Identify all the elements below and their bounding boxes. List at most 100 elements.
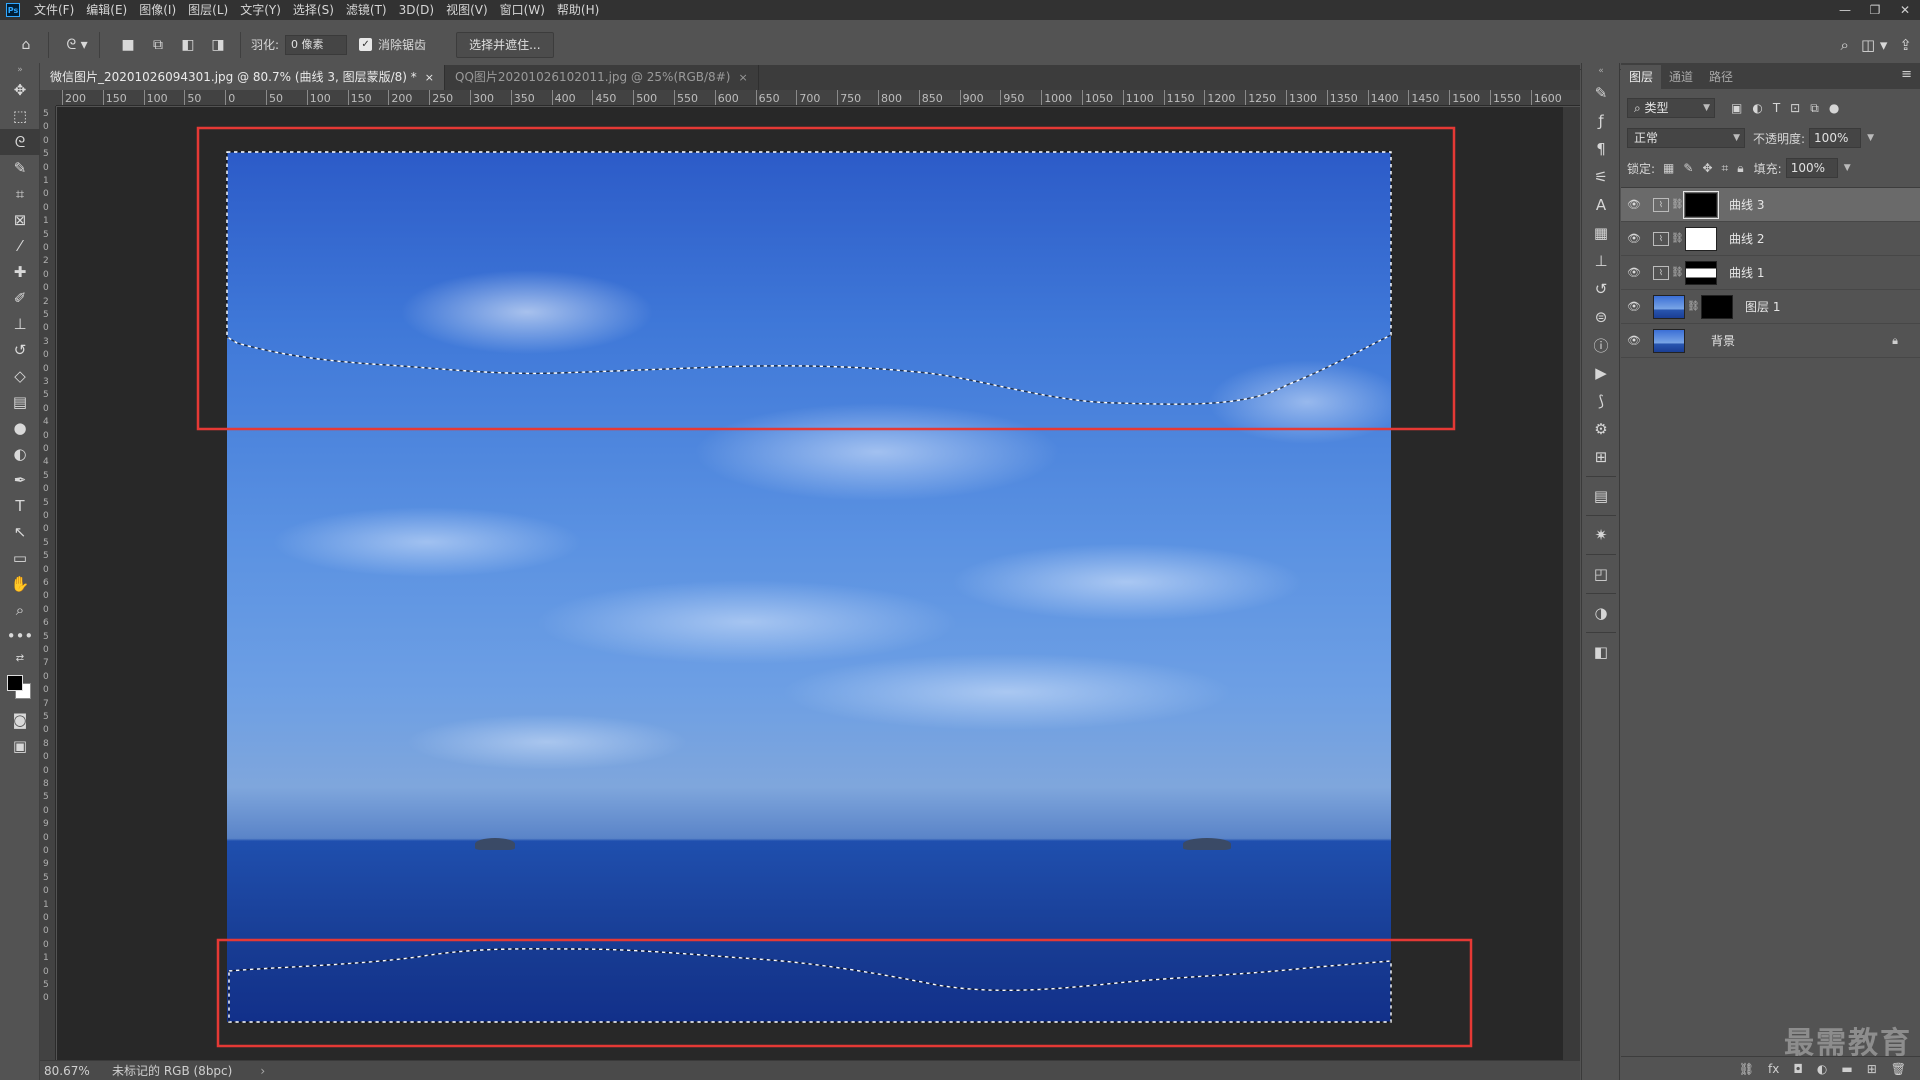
crop-tool-icon[interactable]: ⌗ (0, 181, 40, 207)
brush-settings-icon[interactable]: ✎ (1582, 79, 1620, 107)
quick-selection-tool-icon[interactable]: ✎ (0, 155, 40, 181)
stamp-tool-icon[interactable]: ⊥ (0, 311, 40, 337)
filter-toggle-icon[interactable]: ● (1829, 101, 1839, 116)
filter-adjustment-icon[interactable]: ◐ (1752, 101, 1762, 116)
notes-icon[interactable]: ▤ (1582, 482, 1620, 510)
blur-tool-icon[interactable]: ● (0, 415, 40, 441)
delete-layer-icon[interactable]: 🗑︎ (1891, 1062, 1906, 1076)
brush-tool-icon[interactable]: ✐ (0, 285, 40, 311)
menu-edit[interactable]: 编辑(E) (80, 0, 133, 20)
fill-input[interactable]: 100% ▼ (1785, 158, 1851, 178)
menu-type[interactable]: 文字(Y) (234, 0, 287, 20)
new-group-icon[interactable]: ▬ (1841, 1062, 1852, 1076)
link-chain-icon[interactable]: ⛓︎ (1671, 233, 1684, 244)
close-tab-icon[interactable]: × (738, 71, 747, 84)
table-icon[interactable]: ⊞ (1582, 443, 1620, 471)
collapse-toolbar-icon[interactable]: » (0, 63, 40, 77)
layer-background[interactable]: 👁︎ 背景 🔒︎ (1621, 324, 1920, 358)
visibility-eye-icon[interactable]: 👁︎ (1621, 232, 1647, 245)
tab-channels[interactable]: 通道 (1661, 65, 1701, 89)
history-brush-tool-icon[interactable]: ↺ (0, 337, 40, 363)
filter-kind-select[interactable]: ⌕ 类型 ▼ (1627, 98, 1715, 118)
new-adjustment-icon[interactable]: ◐ (1817, 1062, 1827, 1076)
quick-mask-icon[interactable]: ◙ (0, 707, 40, 733)
new-selection-icon[interactable]: ■ (116, 33, 140, 57)
layer-mask-thumbnail[interactable] (1685, 226, 1717, 251)
swatches-icon[interactable]: ◧ (1582, 638, 1620, 666)
layer-mask-thumbnail[interactable] (1701, 294, 1733, 319)
actions-icon[interactable]: ▶ (1582, 359, 1620, 387)
color-icon[interactable]: ◑ (1582, 599, 1620, 627)
glyphs-icon[interactable]: ƒ (1582, 107, 1620, 135)
tab-layers[interactable]: 图层 (1621, 65, 1662, 89)
filter-pixel-icon[interactable]: ▣ (1731, 101, 1742, 116)
filter-shape-icon[interactable]: ⊡ (1790, 101, 1800, 116)
menu-select[interactable]: 选择(S) (287, 0, 340, 20)
swap-colors-icon[interactable]: ⇄ (0, 649, 40, 667)
layer-1[interactable]: 👁︎ ⛓︎ 图层 1 (1621, 290, 1920, 324)
vertical-scrollbar[interactable] (1563, 107, 1580, 1060)
link-chain-icon[interactable]: ⛓︎ (1671, 267, 1684, 278)
tab-document-2[interactable]: QQ图片20201026102011.jpg @ 25%(RGB/8#) × (445, 65, 759, 90)
pen-tool-icon[interactable]: ✒ (0, 467, 40, 493)
menu-help[interactable]: 帮助(H) (551, 0, 605, 20)
layer-curves-3[interactable]: 👁︎ ⌇ ⛓︎ 曲线 3 (1621, 188, 1920, 222)
layer-mask-thumbnail[interactable] (1683, 190, 1719, 219)
zoom-tool-icon[interactable]: ⌕ (0, 597, 40, 623)
filter-type-icon[interactable]: T (1773, 101, 1780, 116)
more-tools-icon[interactable]: ••• (0, 623, 40, 649)
menu-window[interactable]: 窗口(W) (494, 0, 551, 20)
panel-menu-icon[interactable]: ≡ (1901, 67, 1912, 82)
share-icon[interactable]: ⇪ (1899, 36, 1912, 54)
hand-tool-icon[interactable]: ✋ (0, 571, 40, 597)
horizontal-ruler[interactable]: 200 150 100 50 0 50 100 150 200 250 300 350 400 450 50… (56, 90, 1580, 106)
menu-image[interactable]: 图像(I) (133, 0, 182, 20)
layer-thumbnail[interactable] (1653, 328, 1685, 353)
opacity-input[interactable]: 100% ▼ (1809, 128, 1874, 148)
visibility-eye-icon[interactable]: 👁︎ (1621, 334, 1647, 347)
tab-paths[interactable]: 路径 (1701, 65, 1741, 89)
character-icon[interactable]: A (1582, 191, 1620, 219)
menu-view[interactable]: 视图(V) (440, 0, 494, 20)
lock-position-icon[interactable]: ✥ (1702, 161, 1712, 176)
link-chain-icon[interactable]: ⛓︎ (1687, 301, 1700, 312)
menu-3d[interactable]: 3D(D) (393, 0, 440, 20)
info-icon[interactable]: ⓘ (1582, 331, 1620, 359)
marquee-tool-icon[interactable]: ⬚ (0, 103, 40, 129)
status-menu-arrow-icon[interactable]: › (232, 1064, 265, 1078)
close-window-button[interactable]: ✕ (1890, 0, 1920, 20)
visibility-eye-icon[interactable]: 👁︎ (1621, 198, 1647, 211)
adjustments-icon[interactable]: ⚟ (1582, 163, 1620, 191)
move-tool-icon[interactable]: ✥ (0, 77, 40, 103)
filter-smart-object-icon[interactable]: ⧉ (1810, 101, 1819, 116)
close-tab-icon[interactable]: × (425, 71, 434, 84)
intersect-selection-icon[interactable]: ◨ (206, 33, 230, 57)
3d-icon[interactable]: ⚙ (1582, 415, 1620, 443)
menu-layer[interactable]: 图层(L) (182, 0, 234, 20)
subtract-from-selection-icon[interactable]: ◧ (176, 33, 200, 57)
eraser-tool-icon[interactable]: ◇ (0, 363, 40, 389)
history-icon[interactable]: ↺ (1582, 275, 1620, 303)
workspace-icon[interactable]: ◫ ▾ (1861, 36, 1887, 54)
menu-filter[interactable]: 滤镜(T) (340, 0, 393, 20)
new-layer-icon[interactable]: ⊞ (1867, 1062, 1877, 1076)
search-icon[interactable]: ⌕ (1841, 36, 1849, 54)
type-tool-icon[interactable]: T (0, 493, 40, 519)
collapse-panels-icon[interactable]: « (1582, 63, 1620, 79)
lock-all-icon[interactable]: 🔒︎ (1737, 161, 1743, 176)
home-icon[interactable]: ⌂ (14, 33, 38, 57)
lock-transparent-icon[interactable]: ▦ (1663, 161, 1674, 176)
healing-brush-tool-icon[interactable]: ✚ (0, 259, 40, 285)
add-mask-icon[interactable]: ◘ (1793, 1062, 1803, 1076)
navigator-icon[interactable]: ◰ (1582, 560, 1620, 588)
layer-mask-thumbnail[interactable] (1685, 260, 1717, 285)
clone-source-icon[interactable]: ⊥ (1582, 247, 1620, 275)
path-selection-tool-icon[interactable]: ↖ (0, 519, 40, 545)
link-chain-icon[interactable]: ⛓︎ (1671, 199, 1684, 210)
restore-button[interactable]: ❐ (1860, 0, 1890, 20)
lasso-preset-icon[interactable]: ᘓ ▾ (65, 33, 89, 57)
add-to-selection-icon[interactable]: ⧉ (146, 33, 170, 57)
frame-tool-icon[interactable]: ⊠ (0, 207, 40, 233)
dodge-tool-icon[interactable]: ◐ (0, 441, 40, 467)
tab-document-1[interactable]: 微信图片_20201026094301.jpg @ 80.7% (曲线 3, 图… (40, 65, 445, 90)
